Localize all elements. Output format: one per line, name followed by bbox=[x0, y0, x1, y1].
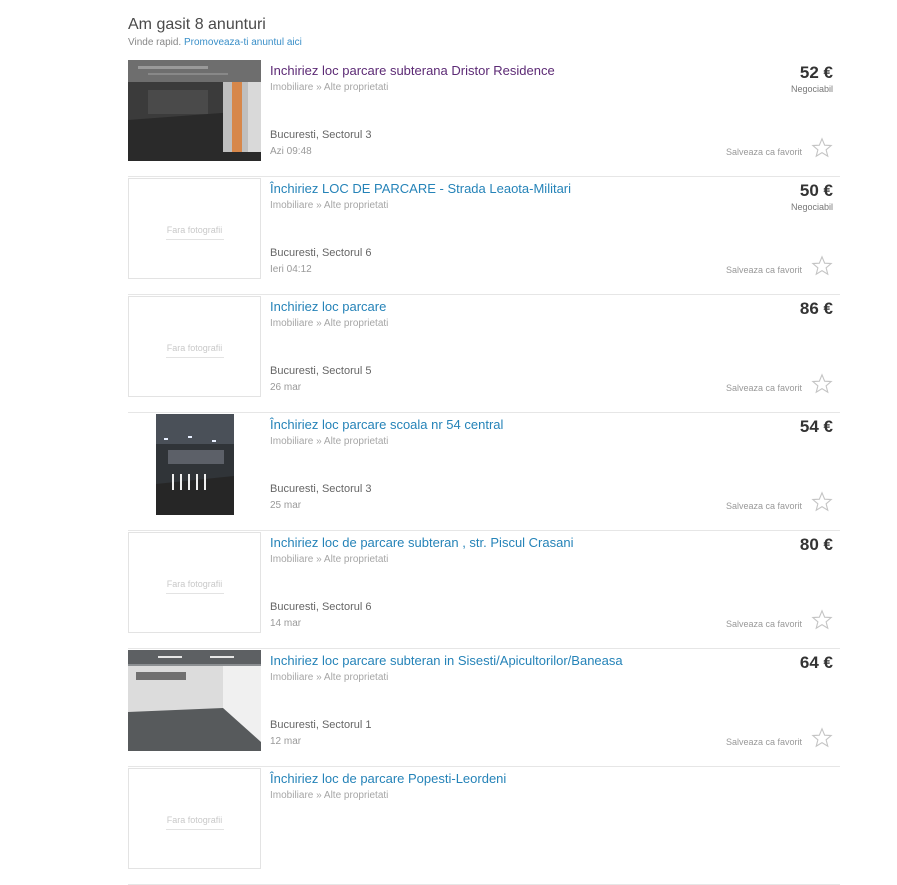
listing-thumbnail[interactable] bbox=[128, 414, 261, 515]
listing-photo bbox=[128, 414, 261, 515]
listing-date: 25 mar bbox=[270, 500, 302, 511]
star-icon[interactable] bbox=[811, 255, 833, 277]
promote-ad-link[interactable]: Promoveaza-ti anuntul aici bbox=[184, 37, 302, 48]
no-photo-label: Fara fotografii bbox=[129, 343, 260, 358]
listing-title-link[interactable]: Închiriez LOC DE PARCARE - Strada Leaota… bbox=[270, 181, 571, 196]
star-icon[interactable] bbox=[811, 727, 833, 749]
save-favorite-label[interactable]: Salveaza ca favorit bbox=[726, 737, 802, 747]
star-icon[interactable] bbox=[811, 137, 833, 159]
promo-line: Vinde rapid. Promoveaza-ti anuntul aici bbox=[128, 37, 302, 48]
no-photo-label: Fara fotografii bbox=[129, 815, 260, 830]
listing-category: Imobiliare » Alte proprietati bbox=[270, 318, 389, 329]
listing-photo bbox=[128, 650, 261, 751]
listing-date: Ieri 04:12 bbox=[270, 264, 312, 275]
save-favorite-label[interactable]: Salveaza ca favorit bbox=[726, 619, 802, 629]
listing-thumbnail[interactable] bbox=[128, 650, 261, 751]
listing-item[interactable]: Inchiriez loc parcare subterana Dristor … bbox=[128, 59, 840, 177]
listing-date: 26 mar bbox=[270, 382, 302, 393]
negotiable-label: Negociabil bbox=[790, 202, 833, 212]
listing-price: 54 € bbox=[799, 417, 833, 436]
star-icon[interactable] bbox=[811, 373, 833, 395]
listing-date: 12 mar bbox=[270, 736, 302, 747]
listing-title-link[interactable]: Închiriez loc parcare scoala nr 54 centr… bbox=[270, 417, 503, 432]
listing-location: Bucuresti, Sectorul 3 bbox=[270, 483, 372, 495]
listing-location: Bucuresti, Sectorul 1 bbox=[270, 719, 372, 731]
listing-title-link[interactable]: Inchiriez loc parcare subterana Dristor … bbox=[270, 63, 555, 78]
listing-location: Bucuresti, Sectorul 3 bbox=[270, 129, 372, 141]
save-favorite-label[interactable]: Salveaza ca favorit bbox=[726, 265, 802, 275]
listing-price: 50 € bbox=[799, 181, 833, 200]
results-count-title: Am gasit 8 anunturi bbox=[128, 16, 266, 33]
listing-thumbnail[interactable]: Fara fotografii bbox=[128, 768, 261, 869]
no-photo-label: Fara fotografii bbox=[129, 579, 260, 594]
listing-thumbnail[interactable]: Fara fotografii bbox=[128, 532, 261, 633]
listing-price: 64 € bbox=[799, 653, 833, 672]
listing-item[interactable]: Fara fotografii Închiriez LOC DE PARCARE… bbox=[128, 177, 840, 295]
listing-category: Imobiliare » Alte proprietati bbox=[270, 554, 389, 565]
listing-location: Bucuresti, Sectorul 5 bbox=[270, 365, 372, 377]
listing-item[interactable]: Fara fotografii Inchiriez loc parcare Imo… bbox=[128, 295, 840, 413]
listing-location: Bucuresti, Sectorul 6 bbox=[270, 601, 372, 613]
listing-date: Azi 09:48 bbox=[270, 146, 312, 157]
save-favorite-label[interactable]: Salveaza ca favorit bbox=[726, 501, 802, 511]
save-favorite-label[interactable]: Salveaza ca favorit bbox=[726, 383, 802, 393]
star-icon[interactable] bbox=[811, 609, 833, 631]
listing-category: Imobiliare » Alte proprietati bbox=[270, 672, 389, 683]
star-icon[interactable] bbox=[811, 491, 833, 513]
listings-list: Inchiriez loc parcare subterana Dristor … bbox=[128, 59, 840, 885]
listing-price: 86 € bbox=[799, 299, 833, 318]
listing-title-link[interactable]: Inchiriez loc parcare subteran in Sisest… bbox=[270, 653, 623, 668]
listing-category: Imobiliare » Alte proprietati bbox=[270, 436, 389, 447]
listing-thumbnail[interactable] bbox=[128, 60, 261, 161]
listing-thumbnail[interactable]: Fara fotografii bbox=[128, 178, 261, 279]
listing-title-link[interactable]: Închiriez loc de parcare Popesti-Leorden… bbox=[270, 771, 506, 786]
listing-thumbnail[interactable]: Fara fotografii bbox=[128, 296, 261, 397]
listing-item[interactable]: Fara fotografii Închiriez loc de parcare… bbox=[128, 767, 840, 885]
listing-photo bbox=[128, 60, 261, 161]
negotiable-label: Negociabil bbox=[790, 84, 833, 94]
save-favorite-label[interactable]: Salveaza ca favorit bbox=[726, 147, 802, 157]
results-header: Am gasit 8 anunturi Vinde rapid. Promove… bbox=[128, 16, 302, 48]
listing-title-link[interactable]: Inchiriez loc de parcare subteran , str.… bbox=[270, 535, 573, 550]
listing-item[interactable]: Fara fotografii Inchiriez loc de parcare… bbox=[128, 531, 840, 649]
listing-price: 80 € bbox=[799, 535, 833, 554]
promo-prefix: Vinde rapid. bbox=[128, 37, 182, 48]
listing-item[interactable]: Închiriez loc parcare scoala nr 54 centr… bbox=[128, 413, 840, 531]
listing-item[interactable]: Inchiriez loc parcare subteran in Sisest… bbox=[128, 649, 840, 767]
listing-category: Imobiliare » Alte proprietati bbox=[270, 790, 389, 801]
listing-title-link[interactable]: Inchiriez loc parcare bbox=[270, 299, 386, 314]
listing-category: Imobiliare » Alte proprietati bbox=[270, 200, 389, 211]
listing-category: Imobiliare » Alte proprietati bbox=[270, 82, 389, 93]
listing-location: Bucuresti, Sectorul 6 bbox=[270, 247, 372, 259]
listing-date: 14 mar bbox=[270, 618, 302, 629]
no-photo-label: Fara fotografii bbox=[129, 225, 260, 240]
listing-price: 52 € bbox=[799, 63, 833, 82]
